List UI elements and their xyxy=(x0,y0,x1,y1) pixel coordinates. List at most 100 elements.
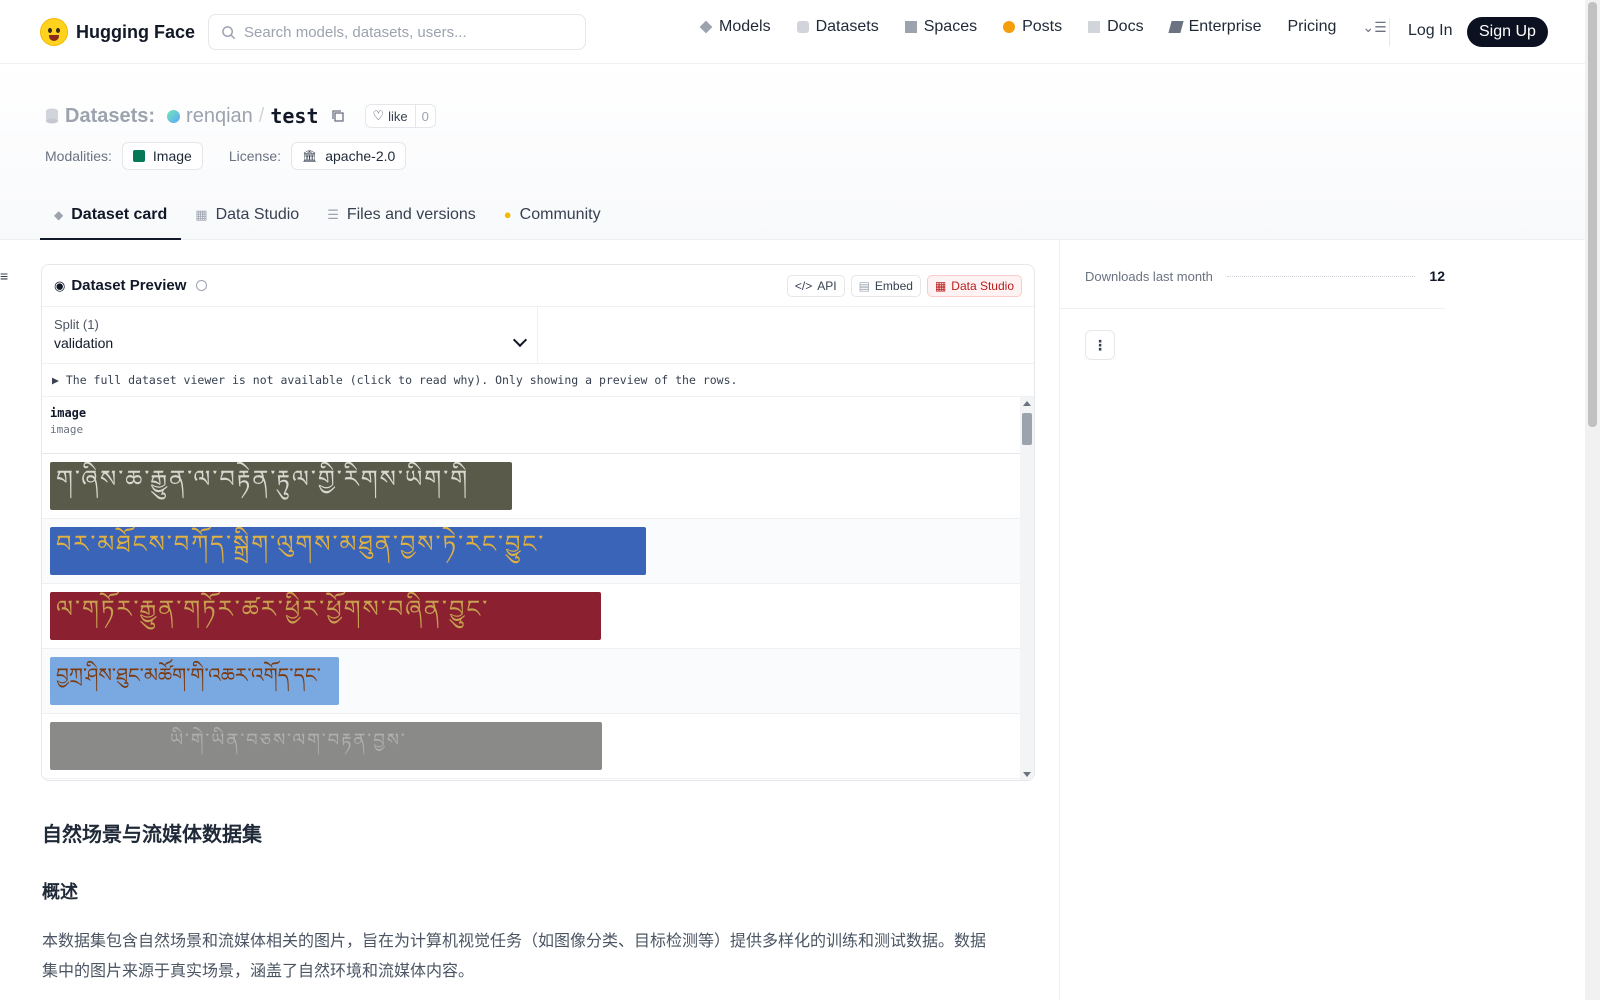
cube-icon xyxy=(699,20,713,34)
split-select[interactable]: Split (1) validation xyxy=(42,307,538,363)
breadcrumb-separator: / xyxy=(258,104,265,127)
nav-enterprise[interactable]: Enterprise xyxy=(1167,18,1261,36)
brand-logo[interactable]: Hugging Face xyxy=(40,18,195,46)
toc-toggle-icon[interactable]: ≡ xyxy=(0,268,8,284)
login-link[interactable]: Log In xyxy=(1408,22,1452,40)
image-thumbnail[interactable]: བར་མཐོངས་བཀོད་སྒྲིག་ལུགས་མཐུན་བྱས་ཏེ་རང་… xyxy=(50,527,646,575)
sidebar-divider xyxy=(1060,308,1445,309)
downloads-value: 12 xyxy=(1429,268,1445,284)
embed-icon: ▤ xyxy=(858,278,870,293)
table-rows: ག་ཞིས་ཆ་རྒྱུན་ལ་བརྟེན་རྟུལ་གྱི་རིགས་ཡིག་… xyxy=(42,454,1034,779)
api-button[interactable]: </> API xyxy=(786,274,845,297)
chat-bubble-icon xyxy=(1003,21,1016,33)
nav-spaces[interactable]: Spaces xyxy=(904,18,977,36)
search-input[interactable] xyxy=(244,23,564,41)
table-row[interactable]: ག་ཞིས་ཆ་རྒྱུན་ལ་བརྟེན་རྟུལ་གྱི་རིགས་ཡིག་… xyxy=(42,454,1034,519)
table-scrollbar[interactable] xyxy=(1020,397,1034,780)
grid-icon xyxy=(904,21,917,33)
card-subheading: 概述 xyxy=(42,882,78,903)
license-tag[interactable]: 🏛 apache-2.0 xyxy=(291,142,407,170)
table-row[interactable]: ཡི་གེ་ཡིན་བཅས་ལག་བརྟན་བྱས་ xyxy=(42,714,1034,779)
heart-icon: ♡ xyxy=(372,108,385,123)
split-label: Split (1) xyxy=(54,317,99,332)
book-icon xyxy=(1088,21,1101,33)
column-header[interactable]: image image xyxy=(42,397,1034,454)
image-icon xyxy=(132,150,145,162)
tab-dataset-card[interactable]: ◆ Dataset card xyxy=(40,191,182,240)
card-paragraph: 本数据集包含自然场景和流媒体相关的图片，旨在为计算机视觉任务（如图像分类、目标检… xyxy=(42,931,987,980)
page-scrollbar[interactable] xyxy=(1585,0,1600,1000)
column-name: image xyxy=(50,406,87,420)
modality-tag[interactable]: Image xyxy=(121,142,203,170)
nav-datasets[interactable]: Datasets xyxy=(796,18,879,36)
nav-separator xyxy=(1389,18,1390,46)
top-nav: Hugging Face Models Datasets Spaces Post… xyxy=(0,0,1585,64)
image-thumbnail[interactable]: ག་ཞིས་ཆ་རྒྱུན་ལ་བརྟེན་རྟུལ་གྱི་རིགས་ཡིག་… xyxy=(50,462,512,510)
breadcrumb-user[interactable]: renqian xyxy=(186,105,253,128)
split-row: Split (1) validation xyxy=(42,307,1034,364)
like-count: 0 xyxy=(414,105,435,127)
image-thumbnail[interactable]: ཡི་གེ་ཡིན་བཅས་ལག་བརྟན་བྱས་ xyxy=(50,722,602,770)
like-button[interactable]: ♡ like 0 xyxy=(364,104,436,128)
downloads-stat: Downloads last month 12 xyxy=(1085,268,1445,284)
card-heading: 自然场景与流媒体数据集 xyxy=(42,822,262,846)
preview-header: ◉ Dataset Preview </> API ▤ Embed ▦ Data St… xyxy=(42,265,1034,307)
repo-tabs: ◆ Dataset card ▦ Data Studio ☰ Files and ve… xyxy=(40,191,615,240)
data-studio-button[interactable]: ▦ Data Studio xyxy=(926,274,1022,297)
preview-title: ◉ Dataset Preview xyxy=(54,277,208,294)
code-icon: </> xyxy=(794,278,813,293)
dataset-icon xyxy=(46,108,58,124)
tab-community[interactable]: ● Community xyxy=(490,191,615,240)
hugging-face-logo-icon xyxy=(40,18,68,46)
table-row[interactable]: བྱཀྲ་ཤིས་ཐུང་མཚོག་གི་འཆར་འགོད་དང་ xyxy=(42,649,1034,714)
more-menu-icon[interactable]: ⌄☰ xyxy=(1362,19,1386,36)
modalities-label: Modalities: xyxy=(45,148,112,164)
scrollbar-thumb[interactable] xyxy=(1022,413,1032,445)
table-row[interactable]: ལ་གཏོར་རྒྱུན་གཏོར་ཚར་ཕྱིར་ཕྱོགས་བཞིན་བྱུ… xyxy=(42,584,1034,649)
search-box[interactable] xyxy=(208,14,586,50)
search-icon xyxy=(222,25,236,39)
table-icon: ▦ xyxy=(195,206,208,222)
dataset-name[interactable]: test xyxy=(270,104,318,128)
table-row[interactable]: བར་མཐོངས་བཀོད་སྒྲིག་ལུགས་མཐུན་བྱས་ཏེ་རང་… xyxy=(42,519,1034,584)
breadcrumb: Datasets: renqian / test ♡ like 0 xyxy=(45,104,436,128)
preview-table: image image ག་ཞིས་ཆ་རྒྱུན་ལ་བརྟེན་རྟུལ་ག… xyxy=(42,397,1034,780)
dotted-divider xyxy=(1226,275,1416,277)
nav-models[interactable]: Models xyxy=(699,18,771,36)
preview-actions: </> API ▤ Embed ▦ Data Studio xyxy=(786,274,1022,297)
table-icon: ▦ xyxy=(934,278,947,293)
repo-header: Datasets: renqian / test ♡ like 0 Modalit… xyxy=(0,64,1585,240)
signup-button[interactable]: Sign Up xyxy=(1467,17,1548,47)
license-label: License: xyxy=(228,148,281,164)
bank-icon: 🏛 xyxy=(302,149,318,163)
nav-links: Models Datasets Spaces Posts Docs Enterp… xyxy=(699,18,1387,36)
dataset-preview: ◉ Dataset Preview </> API ▤ Embed ▦ Data St… xyxy=(41,264,1035,781)
page-scrollbar-thumb[interactable] xyxy=(1588,2,1597,427)
embed-button[interactable]: ▤ Embed xyxy=(850,274,921,297)
scroll-up-icon[interactable] xyxy=(1023,401,1031,406)
database-icon xyxy=(796,21,809,33)
tab-data-studio[interactable]: ▦ Data Studio xyxy=(181,191,313,240)
viewer-notice[interactable]: ▶ The full dataset viewer is not availab… xyxy=(42,364,1034,397)
split-value: validation xyxy=(54,335,114,351)
eye-icon: ◉ xyxy=(54,277,66,293)
more-options-icon[interactable]: ⋮ xyxy=(1085,330,1115,360)
tab-files-and-versions[interactable]: ☰ Files and versions xyxy=(313,191,490,240)
enterprise-icon xyxy=(1167,21,1184,33)
column-type: image xyxy=(50,423,84,436)
dataset-meta: Modalities: Image License: 🏛 apache-2.0 xyxy=(45,142,407,170)
copy-icon[interactable] xyxy=(331,109,345,123)
image-thumbnail[interactable]: བྱཀྲ་ཤིས་ཐུང་མཚོག་གི་འཆར་འགོད་དང་ xyxy=(50,657,339,705)
files-icon: ☰ xyxy=(327,206,339,222)
user-avatar xyxy=(167,109,181,123)
nav-posts[interactable]: Posts xyxy=(1003,18,1062,36)
nav-pricing[interactable]: Pricing xyxy=(1287,18,1336,36)
nav-docs[interactable]: Docs xyxy=(1088,18,1144,36)
info-icon[interactable] xyxy=(196,280,208,291)
image-thumbnail[interactable]: ལ་གཏོར་རྒྱུན་གཏོར་ཚར་ཕྱིར་ཕྱོགས་བཞིན་བྱུ… xyxy=(50,592,601,640)
brand-name: Hugging Face xyxy=(76,21,196,42)
scroll-down-icon[interactable] xyxy=(1023,772,1031,777)
breadcrumb-kind[interactable]: Datasets: xyxy=(65,105,155,128)
community-icon: ● xyxy=(503,207,512,222)
cube-icon: ◆ xyxy=(54,207,64,222)
